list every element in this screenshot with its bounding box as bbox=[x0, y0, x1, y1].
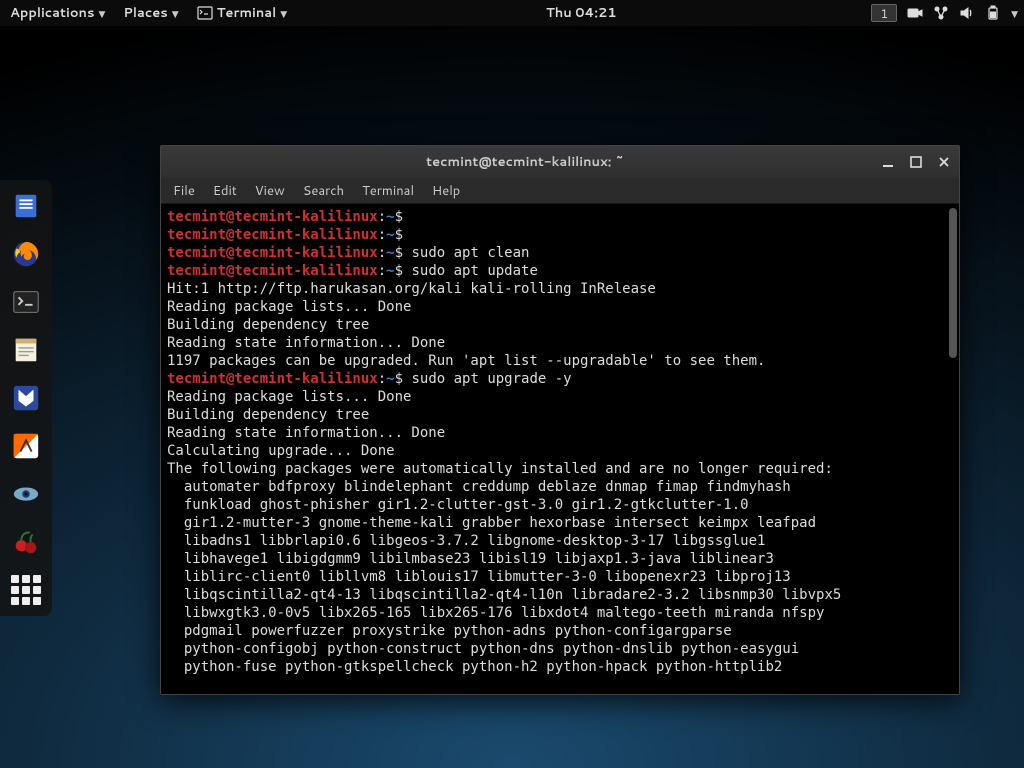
text-editor-icon[interactable] bbox=[8, 332, 44, 368]
menu-search[interactable]: Search bbox=[303, 182, 344, 200]
battery-icon[interactable] bbox=[985, 5, 1001, 21]
places-menu[interactable]: Places ▼ bbox=[119, 2, 182, 24]
menu-view[interactable]: View bbox=[255, 182, 285, 200]
metasploit-icon[interactable] bbox=[8, 380, 44, 416]
terminal-icon bbox=[197, 5, 213, 21]
apps-grid-icon[interactable] bbox=[8, 572, 44, 608]
chevron-down-icon: ▼ bbox=[172, 7, 179, 20]
menu-help[interactable]: Help bbox=[432, 182, 460, 200]
close-button[interactable] bbox=[937, 155, 951, 169]
scrollbar[interactable] bbox=[949, 208, 957, 358]
chevron-down-icon: ▼ bbox=[98, 7, 105, 20]
chevron-down-icon: ▼ bbox=[280, 7, 287, 20]
top-panel: Applications ▼ Places ▼ Terminal ▼ Thu 0… bbox=[0, 0, 1024, 26]
titlebar[interactable]: tecmint@tecmint-kalilinux: ~ bbox=[161, 146, 959, 178]
terminal-menu-label: Terminal bbox=[217, 4, 277, 22]
applications-menu[interactable]: Applications ▼ bbox=[6, 2, 109, 24]
dock bbox=[0, 180, 52, 616]
workspace-indicator[interactable]: 1 bbox=[871, 4, 897, 22]
terminal-icon[interactable] bbox=[8, 284, 44, 320]
cherrytree-icon[interactable] bbox=[8, 524, 44, 560]
places-label: Places bbox=[123, 4, 167, 22]
firefox-icon[interactable] bbox=[8, 236, 44, 272]
burpsuite-icon[interactable] bbox=[8, 428, 44, 464]
window-title: tecmint@tecmint-kalilinux: ~ bbox=[169, 153, 881, 171]
terminal-output[interactable]: tecmint@tecmint-kalilinux:~$ tecmint@tec… bbox=[161, 204, 959, 694]
terminal-window: tecmint@tecmint-kalilinux: ~ File Edit V… bbox=[160, 145, 960, 695]
menu-file[interactable]: File bbox=[173, 182, 195, 200]
terminal-menu[interactable]: Terminal ▼ bbox=[193, 2, 291, 24]
menubar: File Edit View Search Terminal Help bbox=[161, 178, 959, 204]
network-icon[interactable] bbox=[933, 5, 949, 21]
eye-icon[interactable] bbox=[8, 476, 44, 512]
menu-edit[interactable]: Edit bbox=[213, 182, 237, 200]
volume-icon[interactable] bbox=[959, 5, 975, 21]
record-icon[interactable] bbox=[907, 5, 923, 21]
menu-terminal[interactable]: Terminal bbox=[362, 182, 414, 200]
clock[interactable]: Thu 04:21 bbox=[291, 4, 871, 22]
chevron-down-icon[interactable]: ▼ bbox=[1011, 7, 1018, 20]
maximize-button[interactable] bbox=[909, 155, 923, 169]
applications-label: Applications bbox=[10, 4, 94, 22]
files-icon[interactable] bbox=[8, 188, 44, 224]
minimize-button[interactable] bbox=[881, 155, 895, 169]
